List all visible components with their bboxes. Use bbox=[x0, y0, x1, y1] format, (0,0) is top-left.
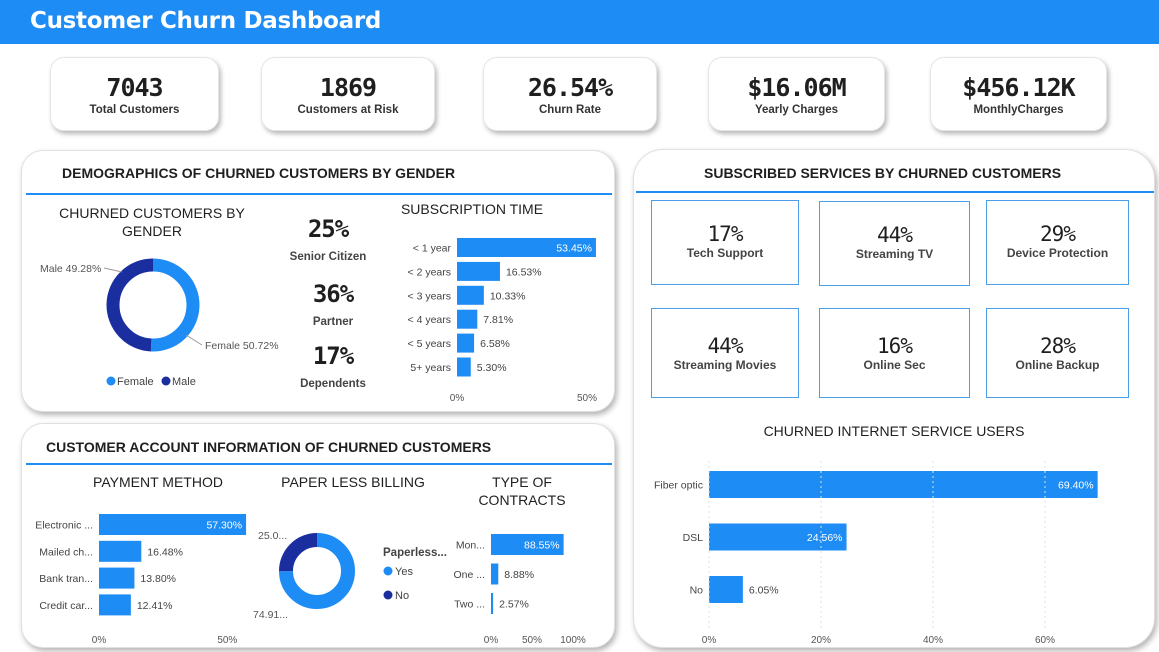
service-label: Device Protection bbox=[1006, 246, 1109, 260]
partner-label: Partner bbox=[312, 316, 354, 328]
service-label: Online Sec bbox=[863, 358, 926, 372]
kpi-yearly-charges[interactable]: $16.06M Yearly Charges bbox=[708, 57, 885, 131]
demographics-panel: DEMOGRAPHICS OF CHURNED CUSTOMERS BY GEN… bbox=[21, 150, 615, 412]
service-label: Online Backup bbox=[1015, 358, 1100, 372]
kpi-value: $16.06M bbox=[747, 73, 846, 102]
service-card-streaming-movies[interactable]: 44% Streaming Movies bbox=[651, 308, 799, 398]
service-value: 17% bbox=[707, 222, 744, 246]
kpi-label: Yearly Charges bbox=[754, 104, 839, 116]
kpi-value: 1869 bbox=[319, 73, 377, 102]
dashboard-title: Customer Churn Dashboard bbox=[30, 8, 382, 34]
kpi-customers-at-risk[interactable]: 1869 Customers at Risk bbox=[261, 57, 435, 131]
kpi-churn-rate[interactable]: 26.54% Churn Rate bbox=[483, 57, 657, 131]
title-divider bbox=[26, 193, 612, 195]
kpi-label: Customers at Risk bbox=[297, 104, 399, 116]
kpi-value: 7043 bbox=[106, 73, 163, 102]
account-panel: CUSTOMER ACCOUNT INFORMATION OF CHURNED … bbox=[21, 423, 615, 648]
service-value: 44% bbox=[877, 223, 913, 247]
dependents-label: Dependents bbox=[300, 378, 366, 390]
service-card-device-protection[interactable]: 29% Device Protection bbox=[986, 200, 1129, 285]
service-card-online-backup[interactable]: 28% Online Backup bbox=[986, 308, 1129, 398]
kpi-label: Churn Rate bbox=[539, 104, 601, 116]
service-value: 44% bbox=[707, 334, 744, 358]
title-divider bbox=[636, 191, 1154, 193]
service-value: 29% bbox=[1040, 222, 1076, 246]
subscription-chart-title: SUBSCRIPTION TIME bbox=[400, 201, 544, 217]
gender-chart-title: CHURNED CUSTOMERS BY GENDER bbox=[59, 205, 245, 239]
paperless-chart-title: PAPER LESS BILLING bbox=[281, 474, 425, 490]
kpi-value: 26.54% bbox=[527, 73, 613, 102]
service-label: Streaming Movies bbox=[673, 358, 777, 372]
kpi-total-customers[interactable]: 7043 Total Customers bbox=[50, 57, 219, 131]
header-bar: Customer Churn Dashboard bbox=[0, 0, 1159, 44]
service-value: 28% bbox=[1040, 334, 1076, 358]
senior-citizen-label: Senior Citizen bbox=[289, 251, 367, 263]
payment-chart-title: PAYMENT METHOD bbox=[93, 474, 223, 490]
kpi-label: MonthlyCharges bbox=[973, 104, 1064, 116]
services-panel: SUBSCRIBED SERVICES BY CHURNED CUSTOMERS… bbox=[633, 149, 1155, 648]
service-card-online-sec[interactable]: 16% Online Sec bbox=[819, 308, 970, 398]
kpi-value: $456.12K bbox=[962, 73, 1075, 102]
services-title: SUBSCRIBED SERVICES BY CHURNED CUSTOMERS bbox=[704, 165, 1062, 181]
service-card-tech-support[interactable]: 17% Tech Support bbox=[651, 200, 799, 285]
internet-chart-title: CHURNED INTERNET SERVICE USERS bbox=[763, 423, 1025, 439]
kpi-label: Total Customers bbox=[89, 104, 180, 116]
senior-citizen-value: 25% bbox=[307, 215, 349, 243]
service-value: 16% bbox=[877, 334, 913, 358]
service-label: Tech Support bbox=[686, 246, 764, 260]
dependents-value: 17% bbox=[312, 342, 354, 370]
service-card-streaming-tv[interactable]: 44% Streaming TV bbox=[819, 201, 970, 286]
title-divider bbox=[26, 463, 612, 465]
kpi-monthly-charges[interactable]: $456.12K MonthlyCharges bbox=[930, 57, 1107, 131]
demographics-title: DEMOGRAPHICS OF CHURNED CUSTOMERS BY GEN… bbox=[62, 165, 456, 181]
contracts-chart-title: TYPE OF CONTRACTS bbox=[478, 474, 566, 508]
partner-value: 36% bbox=[312, 280, 354, 308]
service-label: Streaming TV bbox=[855, 247, 934, 261]
account-title: CUSTOMER ACCOUNT INFORMATION OF CHURNED … bbox=[46, 439, 492, 455]
